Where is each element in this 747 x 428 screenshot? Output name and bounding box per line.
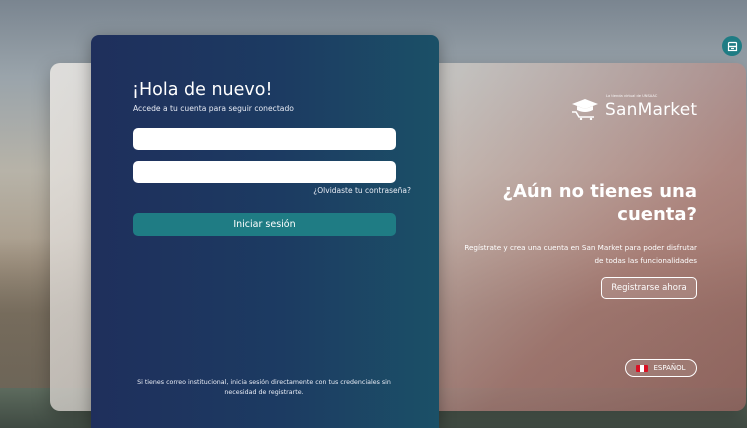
store-button[interactable] (722, 36, 742, 56)
brand-tagline: La tienda virtual de UNSAAC (606, 94, 658, 98)
language-label: ESPAÑOL (653, 364, 686, 372)
brand-name: SanMarket (605, 100, 698, 120)
login-subtitle: Accede a tu cuenta para seguir conectado (133, 104, 294, 113)
login-title: ¡Hola de nuevo! (132, 80, 273, 100)
language-selector[interactable]: ESPAÑOL (625, 359, 697, 377)
forgot-password-link[interactable]: ¿Olvidaste tu contraseña? (313, 186, 411, 195)
username-field[interactable] (133, 128, 396, 150)
password-field[interactable] (133, 161, 396, 183)
peru-flag-icon (636, 364, 649, 372)
institutional-note: Si tienes correo institucional, inicia s… (137, 379, 391, 396)
login-button[interactable]: Iniciar sesión (133, 213, 396, 236)
signup-headline: ¿Aún no tienes una cuenta? (502, 181, 697, 225)
sanmarket-logo: La tienda virtual de UNSAAC SanMarket (570, 94, 697, 124)
graduation-cap-cart-icon (572, 99, 598, 120)
login-panel: ¡Hola de nuevo! Accede a tu cuenta para … (91, 35, 439, 428)
store-icon (727, 41, 737, 51)
signup-description: Regístrate y crea una cuenta en San Mark… (464, 243, 697, 265)
register-button[interactable]: Registrarse ahora (601, 277, 697, 299)
